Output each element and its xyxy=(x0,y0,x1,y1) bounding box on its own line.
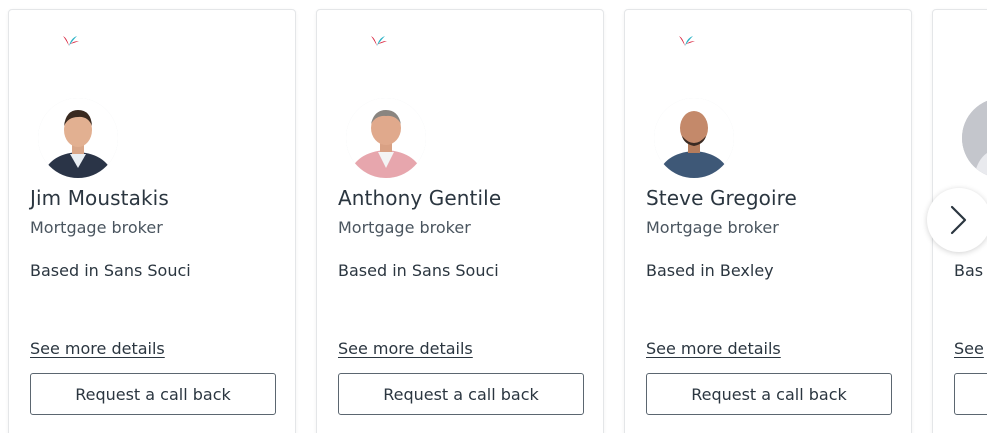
broker-avatar-placeholder xyxy=(962,98,987,178)
broker-location: Based in Bexley xyxy=(646,261,774,280)
request-call-back-button[interactable]: Request a call back xyxy=(646,373,892,415)
broker-avatar xyxy=(346,98,426,178)
broker-role: Mortgage broker xyxy=(30,218,163,237)
brand-logo-icon xyxy=(371,36,387,46)
request-call-back-button[interactable] xyxy=(954,373,987,415)
broker-name: Steve Gregoire xyxy=(646,186,797,210)
broker-card: Steve Gregoire Mortgage broker Based in … xyxy=(624,9,912,433)
see-more-details-link[interactable]: See more details xyxy=(30,339,165,358)
broker-card: Anthony Gentile Mortgage broker Based in… xyxy=(316,9,604,433)
brand-logo-icon xyxy=(63,36,79,46)
broker-carousel: Jim Moustakis Mortgage broker Based in S… xyxy=(0,0,987,433)
broker-card: Jim Moustakis Mortgage broker Based in S… xyxy=(8,9,296,433)
see-more-details-link[interactable]: See xyxy=(954,339,984,358)
request-call-back-button[interactable]: Request a call back xyxy=(30,373,276,415)
chevron-right-icon xyxy=(950,205,967,235)
broker-role: Mortgage broker xyxy=(338,218,471,237)
broker-location: Based in Sans Souci xyxy=(338,261,499,280)
broker-location: Based in Sans Souci xyxy=(30,261,191,280)
broker-name: Jim Moustakis xyxy=(30,186,169,210)
carousel-next-button[interactable] xyxy=(927,188,987,252)
carousel-track: Jim Moustakis Mortgage broker Based in S… xyxy=(8,9,987,433)
see-more-details-link[interactable]: See more details xyxy=(646,339,781,358)
broker-role: Mortgage broker xyxy=(646,218,779,237)
see-more-details-link[interactable]: See more details xyxy=(338,339,473,358)
request-call-back-button[interactable]: Request a call back xyxy=(338,373,584,415)
brand-logo-icon xyxy=(679,36,695,46)
broker-name: Anthony Gentile xyxy=(338,186,502,210)
broker-location: Bas xyxy=(954,261,984,280)
broker-avatar xyxy=(654,98,734,178)
broker-avatar xyxy=(38,98,118,178)
